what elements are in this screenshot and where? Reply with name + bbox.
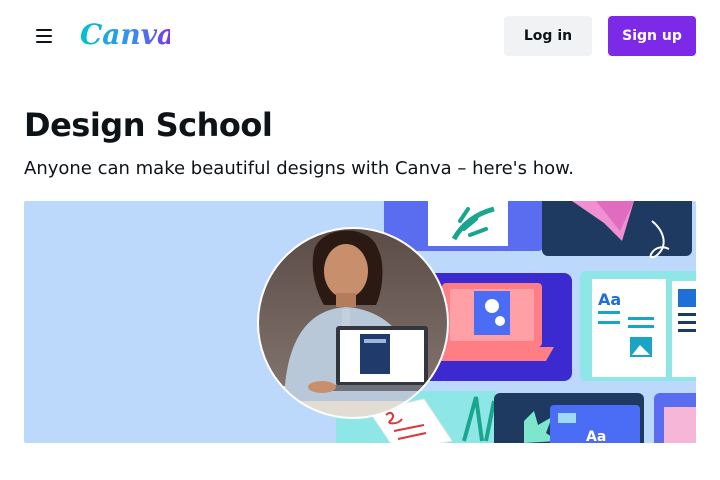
page-title: Design School [24, 106, 273, 144]
hero-illustration: Aa Aa [24, 201, 696, 443]
top-nav: Canva Log in Sign up [0, 0, 720, 72]
card-text: Aa [598, 290, 621, 309]
page-subtitle: Anyone can make beautiful designs with C… [24, 158, 574, 179]
canva-logo[interactable]: Canva [80, 15, 170, 55]
signup-button[interactable]: Sign up [608, 16, 696, 56]
login-button[interactable]: Log in [504, 16, 592, 56]
hamburger-menu-icon[interactable] [32, 24, 56, 48]
card-text-2: Aa [586, 429, 606, 443]
logo-text: Canva [80, 18, 170, 51]
hero-banner: Aa Aa [24, 201, 696, 443]
